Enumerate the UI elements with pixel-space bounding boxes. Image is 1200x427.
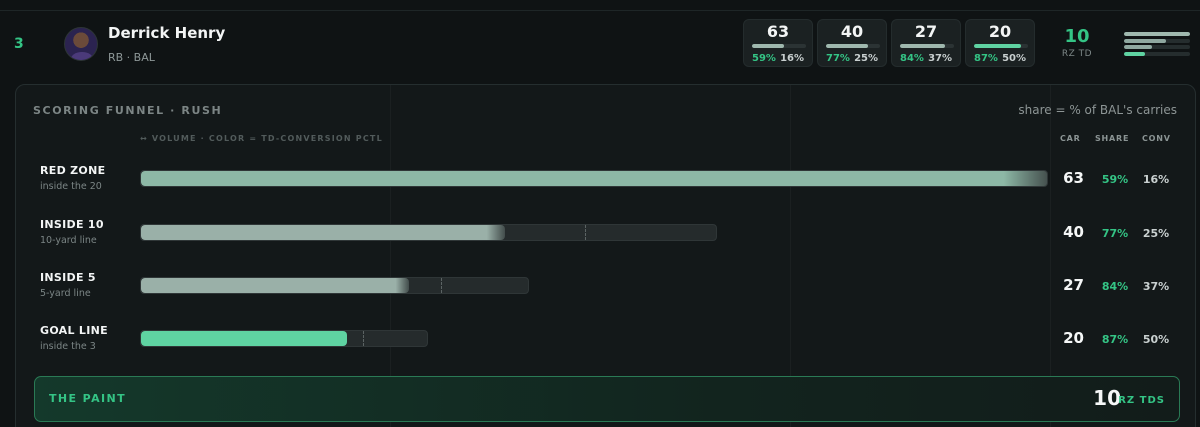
player-name[interactable]: Derrick Henry: [108, 24, 225, 42]
stat-carries: 40: [840, 22, 864, 41]
row-sub: inside the 20: [40, 181, 102, 192]
row-label-inside-10: INSIDE 10: [40, 218, 104, 231]
row-carries: 63: [1063, 169, 1084, 187]
col-header-conv: CONV: [1142, 134, 1171, 143]
col-header-car: CAR: [1060, 134, 1081, 143]
paint-label: THE PAINT: [49, 392, 127, 405]
row-carries: 27: [1063, 276, 1084, 294]
stat-carries: 63: [766, 22, 790, 41]
row-label-goal-line: GOAL LINE: [40, 324, 108, 337]
mini-bar-fill: [1124, 38, 1166, 43]
mini-bar: [1124, 32, 1190, 36]
funnel-bar-track: [140, 330, 429, 347]
paint-td-count: 10: [1093, 386, 1121, 410]
stat-share-track: [900, 44, 954, 48]
top-divider: [0, 10, 1200, 11]
row-conv: 50%: [1142, 333, 1170, 346]
funnel-bar-track: [140, 277, 530, 294]
stat-conv: 16%: [780, 53, 804, 64]
row-share: 77%: [1101, 227, 1129, 240]
stat-carries: 27: [914, 22, 938, 41]
stat-share: 87%: [974, 53, 998, 64]
mini-bar-fill: [1124, 45, 1153, 49]
rz-td-count: 10: [1064, 26, 1090, 47]
funnel-bar-tick: [584, 225, 586, 240]
scoring-funnel-card: SCORING FUNNEL · RUSH share = % of BAL's…: [15, 84, 1196, 427]
stat-share-fill: [974, 44, 1021, 48]
paint-unit: RZ TDS: [1118, 395, 1165, 406]
stat-box-goal-line: 20 87% 50%: [965, 19, 1035, 67]
stat-conv: 37%: [928, 53, 952, 64]
mini-bar-fill: [1124, 32, 1190, 36]
stat-carries: 20: [988, 22, 1012, 41]
mini-bar-fill: [1124, 51, 1146, 56]
stat-share: 77%: [826, 53, 850, 64]
funnel-bar-tick: [440, 278, 442, 293]
mini-bar: [1124, 51, 1190, 56]
funnel-bar-track: [140, 170, 1048, 187]
stat-conv: 50%: [1002, 53, 1026, 64]
row-sub: 5-yard line: [40, 288, 91, 299]
row-share: 59%: [1101, 173, 1129, 186]
row-conv: 25%: [1142, 227, 1170, 240]
row-conv: 16%: [1142, 173, 1170, 186]
funnel-bar-share: [141, 331, 347, 346]
row-label-inside-5: INSIDE 5: [40, 271, 96, 284]
stat-share-track: [974, 44, 1028, 48]
mini-funnel-sparkline: [1124, 32, 1190, 58]
funnel-note: share = % of BAL's carries: [1018, 103, 1177, 117]
stat-share-track: [752, 44, 806, 48]
mini-bar: [1124, 45, 1190, 49]
stat-share: 59%: [752, 53, 776, 64]
stat-share-fill: [752, 44, 784, 48]
stat-box-red-zone: 63 59% 16%: [743, 19, 813, 67]
stat-conv: 25%: [854, 53, 878, 64]
funnel-bar-share: [141, 225, 505, 240]
funnel-bar-share: [141, 171, 1047, 186]
row-label-red-zone: RED ZONE: [40, 164, 106, 177]
funnel-bar-tick: [362, 331, 364, 346]
stat-share-track: [826, 44, 880, 48]
funnel-bar-share: [141, 278, 410, 293]
stat-box-inside-5: 27 84% 37%: [891, 19, 961, 67]
funnel-title: SCORING FUNNEL · RUSH: [33, 104, 223, 117]
stat-box-inside-10: 40 77% 25%: [817, 19, 887, 67]
stat-share-fill: [826, 44, 868, 48]
row-sub: inside the 3: [40, 341, 96, 352]
funnel-legend-note: ↔ VOLUME · COLOR = TD-CONVERSION PCTL: [140, 134, 383, 143]
row-share: 87%: [1101, 333, 1129, 346]
player-position-team: RB · BAL: [108, 51, 155, 64]
the-paint-summary[interactable]: THE PAINT 10 RZ TDS: [34, 376, 1180, 422]
stat-share-fill: [900, 44, 946, 48]
row-carries: 20: [1063, 329, 1084, 347]
row-share: 84%: [1101, 280, 1129, 293]
avatar: [64, 27, 98, 61]
rz-td-label: RZ TD: [1061, 49, 1093, 59]
row-carries: 40: [1063, 223, 1084, 241]
row-sub: 10-yard line: [40, 235, 97, 246]
row-conv: 37%: [1142, 280, 1170, 293]
col-header-share: SHARE: [1095, 134, 1130, 143]
stat-share: 84%: [900, 53, 924, 64]
mini-bar: [1124, 38, 1190, 43]
player-rank: 3: [14, 36, 24, 52]
funnel-bar-track: [140, 224, 717, 241]
